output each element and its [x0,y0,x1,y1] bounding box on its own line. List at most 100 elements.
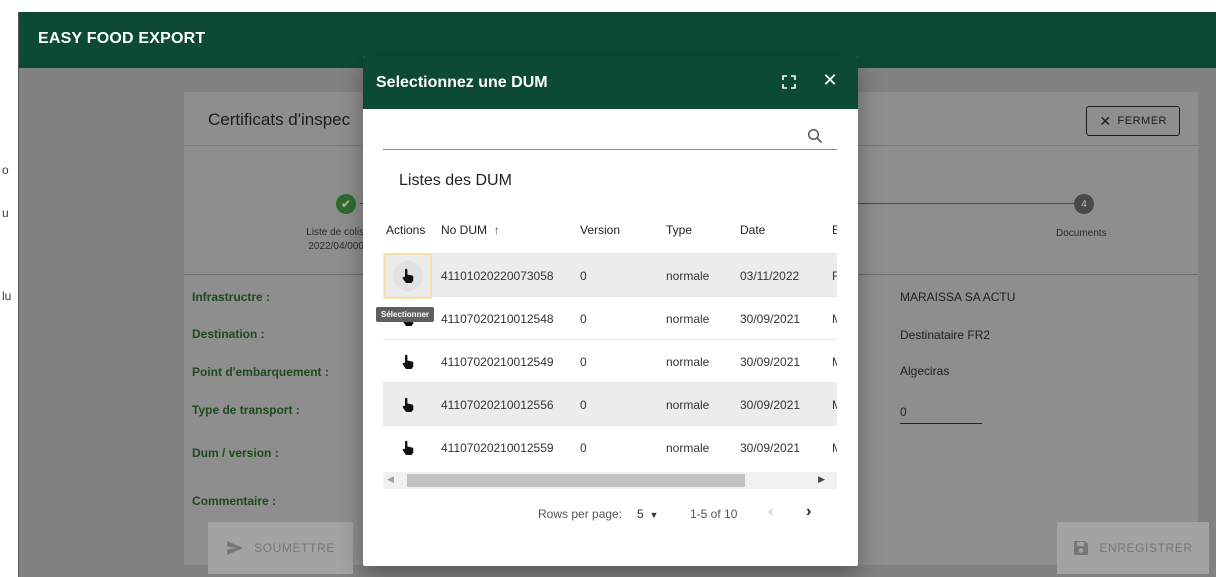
horizontal-scrollbar[interactable]: ◀ ▶ [383,472,837,489]
stepper-connector [858,203,1074,204]
cell-type: normale [666,441,710,455]
cell-extra: M [832,355,837,369]
cell-extra: M [832,441,837,455]
select-tooltip: Sélectionner [376,307,435,322]
pointing-hand-icon [402,397,414,412]
save-button[interactable]: ENREGISTRER [1057,522,1209,574]
submit-button[interactable]: SOUMETTRE [208,522,353,574]
dum-table: Actions No DUM ↑ Version Type Date E 411… [383,214,837,470]
arrow-up-icon: ↑ [490,223,500,237]
table-row[interactable]: 41101020220073058 0 normale 03/11/2022 F [383,253,837,296]
cell-version: 0 [580,312,587,326]
cell-version: 0 [580,269,587,283]
app-title: EASY FOOD EXPORT [38,30,206,47]
cell-version: 0 [580,398,587,412]
edge-letter: o [2,163,9,177]
send-icon [227,541,244,555]
save-button-label: ENREGISTRER [1099,541,1193,555]
search-input[interactable] [383,126,803,148]
select-dum-dialog: Selectionnez une DUM ✕ Listes des DUM Ac… [363,56,858,566]
rows-per-page-label: Rows per page: [538,507,623,521]
dialog-title: Selectionnez une DUM [376,74,548,91]
search-field [383,126,837,150]
table-row[interactable]: 41107020210012559 0 normale 30/09/2021 M [383,425,837,468]
table-row[interactable]: 41107020210012549 0 normale 30/09/2021 M [383,339,837,382]
select-row-button[interactable] [393,390,423,420]
step-1-label-line2: 2022/04/000 [308,241,364,252]
step-1-label: Liste de colis 2022/04/000 [280,226,364,254]
column-header-actions: Actions [386,223,426,237]
cell-version: 0 [580,355,587,369]
destination-value: Destinataire FR2 [900,328,991,342]
edge-letter: u [2,206,9,220]
pagination-range: 1-5 of 10 [690,507,738,521]
pointing-hand-icon [402,268,414,283]
point-embarquement-label: Point d'embarquement : [192,365,329,379]
rows-per-page-value: 5 [637,507,644,521]
field-underline [900,423,982,424]
step-4-indicator[interactable]: 4 [1074,194,1094,214]
cell-no-dum: 41107020210012556 [441,398,554,412]
edge-letter: lu [2,289,12,303]
column-header-no-dum[interactable]: No DUM ↑ [441,223,500,237]
card-title: Certificats d'inspec [208,110,351,129]
dum-version-label: Dum / version : [192,446,279,460]
cell-date: 30/09/2021 [740,355,801,369]
cell-extra: M [832,312,837,326]
column-header-date[interactable]: Date [740,223,765,237]
floppy-disk-icon [1074,541,1089,555]
type-transport-field[interactable]: 0 [900,405,907,419]
step-4-label: Documents [1056,228,1107,239]
cell-type: normale [666,312,710,326]
cell-extra: F [832,269,837,283]
cell-date: 30/09/2021 [740,398,801,412]
cell-type: normale [666,355,710,369]
dialog-header: Selectionnez une DUM ✕ [363,56,858,109]
column-header-extra[interactable]: E [832,223,837,237]
cell-type: normale [666,269,710,283]
infrastructure-label: Infrastructre : [192,290,271,304]
cell-no-dum: 41107020210012549 [441,355,554,369]
commentaire-label: Commentaire : [192,494,277,508]
search-icon[interactable] [807,128,823,144]
dialog-close-icon[interactable]: ✕ [820,70,840,94]
fullscreen-icon[interactable] [781,74,797,90]
column-header-no-dum-label: No DUM [441,223,488,237]
destination-label: Destination : [192,327,265,341]
pointing-hand-icon [402,354,414,369]
submit-button-label: SOUMETTRE [254,541,335,555]
infrastructure-value: MARAISSA SA ACTU [900,290,1016,304]
previous-page-icon[interactable]: ‹ [768,503,773,521]
dropdown-arrow-icon: ▼ [647,510,659,520]
cell-no-dum: 41107020210012559 [441,441,554,455]
cell-version: 0 [580,441,587,455]
scroll-left-arrow-icon[interactable]: ◀ [387,474,394,485]
point-embarquement-value: Algeciras [900,364,950,378]
scrollbar-thumb[interactable] [407,474,745,487]
table-row[interactable]: 41107020210012556 0 normale 30/09/2021 M [383,382,837,425]
cell-type: normale [666,398,710,412]
pointing-hand-icon [402,440,414,455]
cell-date: 03/11/2022 [740,269,800,283]
cell-no-dum: 41101020220073058 [441,269,554,283]
table-row[interactable]: 41107020210012548 0 normale 30/09/2021 M [383,296,837,339]
close-icon: ✕ [1099,112,1112,129]
close-button-label: FERMER [1117,115,1167,127]
cell-date: 30/09/2021 [740,441,801,455]
scroll-right-arrow-icon[interactable]: ▶ [818,474,825,485]
select-row-button[interactable] [393,433,423,463]
list-title: Listes des DUM [399,172,512,189]
column-header-version[interactable]: Version [580,223,620,237]
close-button[interactable]: ✕ FERMER [1086,106,1180,136]
cell-date: 30/09/2021 [740,312,801,326]
cell-no-dum: 41107020210012548 [441,312,554,326]
column-header-type[interactable]: Type [666,223,692,237]
select-row-button[interactable] [393,347,423,377]
select-row-button[interactable] [393,261,423,291]
step-1-label-line1: Liste de colis [306,227,364,238]
next-page-icon[interactable]: › [806,503,811,521]
type-transport-label: Type de transport : [192,403,300,417]
cell-extra: M [832,398,837,412]
rows-per-page-select[interactable]: 5 ▼ [637,507,658,521]
step-complete-check-icon[interactable]: ✔ [336,194,356,214]
